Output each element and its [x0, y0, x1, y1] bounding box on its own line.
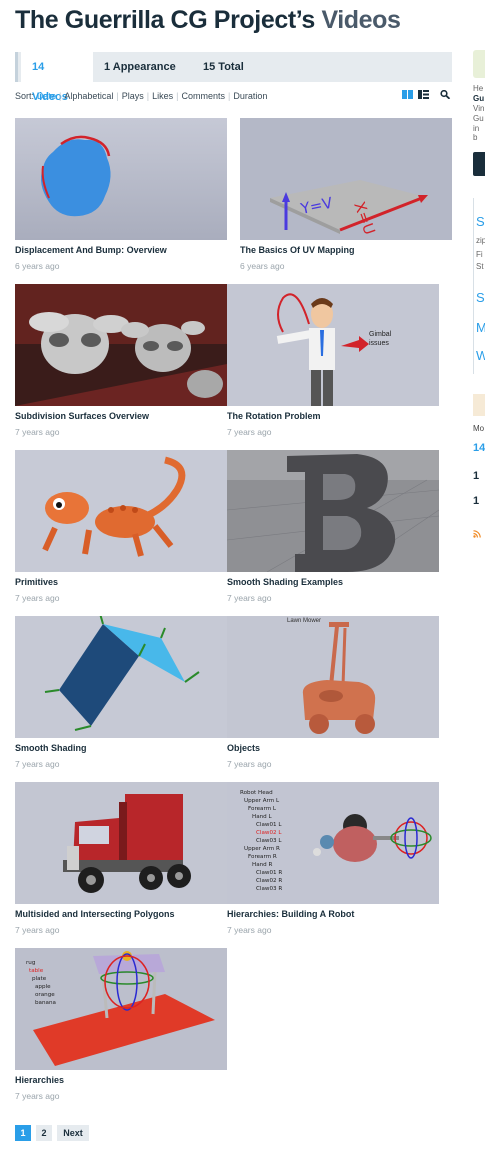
svg-text:Hand L: Hand L — [252, 814, 273, 820]
video-thumbnail[interactable] — [15, 284, 227, 406]
svg-text:Claw01 L: Claw01 L — [256, 822, 282, 828]
sort-options: Date | Alphabetical | Plays | Likes | Comments | D… — [37, 91, 268, 101]
channel-name[interactable]: The Guerrilla CG Project’s — [15, 6, 315, 34]
svg-text:Claw02 R: Claw02 R — [256, 878, 282, 884]
sidebar-button[interactable] — [473, 152, 485, 176]
svg-text:Claw01 R: Claw01 R — [256, 870, 282, 876]
svg-text:Robot Head: Robot Head — [240, 790, 273, 796]
svg-text:Upper Arm L: Upper Arm L — [244, 798, 280, 804]
video-age: 7 years ago — [15, 1091, 60, 1101]
video-title[interactable]: Multisided and Intersecting Polygons — [15, 909, 245, 919]
video-thumbnail[interactable]: Gimbal issues — [227, 284, 439, 406]
video-thumbnail[interactable] — [15, 450, 227, 572]
video-title[interactable]: Hierarchies: Building A Robot — [227, 909, 457, 919]
video-age: 7 years ago — [227, 593, 272, 603]
svg-text:apple: apple — [35, 984, 51, 990]
video-age: 6 years ago — [15, 261, 60, 271]
svg-text:Forearm R: Forearm R — [248, 854, 277, 860]
video-title[interactable]: Objects — [227, 743, 457, 753]
grid-view-icon[interactable] — [402, 90, 413, 99]
svg-text:plate: plate — [32, 976, 47, 982]
tab-appearances[interactable]: 1 Appearance — [93, 52, 192, 82]
video-title[interactable]: Smooth Shading — [15, 743, 245, 753]
video-thumbnail[interactable]: Robot Head Upper Arm L Forearm L Hand L … — [227, 782, 439, 904]
thumb-text-lawnmower: Lawn Mower — [287, 618, 321, 624]
svg-text:Forearm L: Forearm L — [248, 806, 277, 812]
video-age: 7 years ago — [227, 925, 272, 935]
sort-plays[interactable]: Plays — [122, 91, 144, 101]
video-age: 6 years ago — [240, 261, 285, 271]
sort-bar: Sort: Date | Alphabetical | Plays | Likes | Comm… — [15, 89, 452, 103]
sort-comments[interactable]: Comments — [181, 91, 225, 101]
video-title[interactable]: The Basics Of UV Mapping — [240, 245, 470, 255]
svg-text:orange: orange — [35, 992, 55, 998]
sidebar-fragment: He Gu Vin Gu in b S zip Fi St S M W Mo 1… — [471, 0, 485, 1160]
thumb-text-gimbal: Gimbal — [369, 331, 392, 338]
video-title[interactable]: The Rotation Problem — [227, 411, 457, 421]
video-thumbnail[interactable]: Y=V X=U — [240, 118, 452, 240]
video-thumbnail[interactable] — [15, 616, 227, 738]
next-page-button[interactable]: Next — [57, 1125, 89, 1141]
video-title[interactable]: Smooth Shading Examples — [227, 577, 457, 587]
svg-text:Claw03 L: Claw03 L — [256, 838, 282, 844]
page-title-suffix: Videos — [321, 6, 401, 34]
view-buttons — [400, 89, 452, 101]
svg-text:Claw02 L: Claw02 L — [256, 830, 282, 836]
video-age: 7 years ago — [227, 427, 272, 437]
video-thumbnail[interactable]: Lawn Mower — [227, 616, 439, 738]
search-icon[interactable] — [440, 90, 451, 99]
thumb-text-issues: issues — [369, 340, 389, 347]
svg-text:Upper Arm R: Upper Arm R — [244, 846, 280, 852]
sort-label: Sort: — [15, 91, 35, 101]
video-title[interactable]: Hierarchies — [15, 1075, 245, 1085]
svg-text:rug: rug — [26, 960, 36, 966]
video-thumbnail[interactable] — [15, 118, 227, 240]
svg-text:Hand R: Hand R — [252, 862, 273, 868]
tab-videos[interactable]: 14 Videos — [21, 52, 93, 103]
page-1-button[interactable]: 1 — [15, 1125, 31, 1141]
sort-duration[interactable]: Duration — [233, 91, 267, 101]
video-age: 7 years ago — [15, 427, 60, 437]
video-title[interactable]: Displacement And Bump: Overview — [15, 245, 245, 255]
video-thumbnail[interactable] — [227, 450, 439, 572]
sort-likes[interactable]: Likes — [152, 91, 173, 101]
video-age: 7 years ago — [15, 593, 60, 603]
svg-text:banana: banana — [35, 1000, 56, 1006]
video-age: 7 years ago — [227, 759, 272, 769]
sort-date[interactable]: Date — [37, 91, 56, 101]
video-thumbnail[interactable]: rug table plate apple orange banana — [15, 948, 227, 1070]
svg-text:table: table — [29, 968, 44, 974]
rss-icon[interactable] — [473, 530, 481, 538]
list-view-icon[interactable] — [418, 90, 429, 99]
video-age: 7 years ago — [15, 925, 60, 935]
sort-alphabetical[interactable]: Alphabetical — [64, 91, 113, 101]
svg-text:Claw03 R: Claw03 R — [256, 886, 282, 892]
tab-total[interactable]: 15 Total — [192, 52, 272, 82]
page-2-button[interactable]: 2 — [36, 1125, 52, 1141]
video-title[interactable]: Primitives — [15, 577, 245, 587]
video-thumbnail[interactable] — [15, 782, 227, 904]
video-age: 7 years ago — [15, 759, 60, 769]
video-tabs: 14 Videos 1 Appearance 15 Total — [15, 52, 452, 103]
page-title: The Guerrilla CG Project’s Videos — [15, 6, 401, 35]
video-title[interactable]: Subdivision Surfaces Overview — [15, 411, 245, 421]
